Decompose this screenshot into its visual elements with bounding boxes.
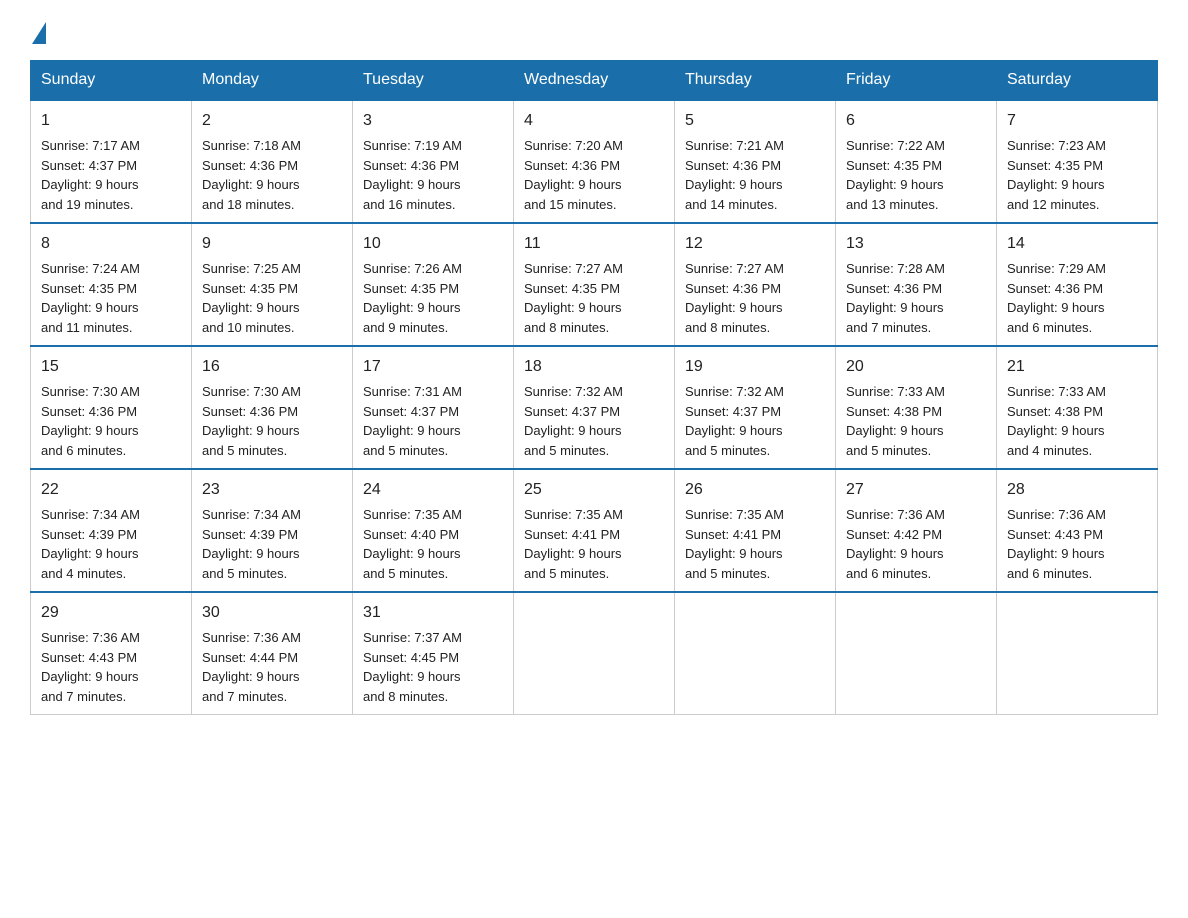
- calendar-cell: 28Sunrise: 7:36 AMSunset: 4:43 PMDayligh…: [997, 469, 1158, 592]
- calendar-cell: 4Sunrise: 7:20 AMSunset: 4:36 PMDaylight…: [514, 100, 675, 223]
- calendar-cell: 9Sunrise: 7:25 AMSunset: 4:35 PMDaylight…: [192, 223, 353, 346]
- page-header: [30, 20, 1158, 40]
- calendar-cell: 21Sunrise: 7:33 AMSunset: 4:38 PMDayligh…: [997, 346, 1158, 469]
- calendar-header-sunday: Sunday: [31, 61, 192, 101]
- day-number: 15: [41, 355, 181, 379]
- calendar-cell: 8Sunrise: 7:24 AMSunset: 4:35 PMDaylight…: [31, 223, 192, 346]
- day-number: 2: [202, 109, 342, 133]
- day-number: 6: [846, 109, 986, 133]
- calendar-header-tuesday: Tuesday: [353, 61, 514, 101]
- calendar-cell: 16Sunrise: 7:30 AMSunset: 4:36 PMDayligh…: [192, 346, 353, 469]
- day-number: 11: [524, 232, 664, 256]
- calendar-cell: 17Sunrise: 7:31 AMSunset: 4:37 PMDayligh…: [353, 346, 514, 469]
- day-number: 22: [41, 478, 181, 502]
- calendar-table: SundayMondayTuesdayWednesdayThursdayFrid…: [30, 60, 1158, 715]
- calendar-cell: 7Sunrise: 7:23 AMSunset: 4:35 PMDaylight…: [997, 100, 1158, 223]
- calendar-cell: 2Sunrise: 7:18 AMSunset: 4:36 PMDaylight…: [192, 100, 353, 223]
- calendar-header-wednesday: Wednesday: [514, 61, 675, 101]
- calendar-cell: 29Sunrise: 7:36 AMSunset: 4:43 PMDayligh…: [31, 592, 192, 715]
- day-number: 20: [846, 355, 986, 379]
- day-number: 3: [363, 109, 503, 133]
- calendar-header-monday: Monday: [192, 61, 353, 101]
- calendar-cell: 26Sunrise: 7:35 AMSunset: 4:41 PMDayligh…: [675, 469, 836, 592]
- calendar-cell: 5Sunrise: 7:21 AMSunset: 4:36 PMDaylight…: [675, 100, 836, 223]
- calendar-cell: 19Sunrise: 7:32 AMSunset: 4:37 PMDayligh…: [675, 346, 836, 469]
- day-number: 27: [846, 478, 986, 502]
- day-number: 5: [685, 109, 825, 133]
- day-number: 16: [202, 355, 342, 379]
- calendar-cell: 30Sunrise: 7:36 AMSunset: 4:44 PMDayligh…: [192, 592, 353, 715]
- calendar-cell: 1Sunrise: 7:17 AMSunset: 4:37 PMDaylight…: [31, 100, 192, 223]
- calendar-cell: 13Sunrise: 7:28 AMSunset: 4:36 PMDayligh…: [836, 223, 997, 346]
- calendar-cell: 24Sunrise: 7:35 AMSunset: 4:40 PMDayligh…: [353, 469, 514, 592]
- calendar-cell: 31Sunrise: 7:37 AMSunset: 4:45 PMDayligh…: [353, 592, 514, 715]
- day-number: 7: [1007, 109, 1147, 133]
- day-number: 24: [363, 478, 503, 502]
- day-number: 25: [524, 478, 664, 502]
- calendar-week-row: 15Sunrise: 7:30 AMSunset: 4:36 PMDayligh…: [31, 346, 1158, 469]
- calendar-header-saturday: Saturday: [997, 61, 1158, 101]
- day-number: 13: [846, 232, 986, 256]
- calendar-cell: 22Sunrise: 7:34 AMSunset: 4:39 PMDayligh…: [31, 469, 192, 592]
- calendar-cell: [675, 592, 836, 715]
- calendar-cell: 10Sunrise: 7:26 AMSunset: 4:35 PMDayligh…: [353, 223, 514, 346]
- day-number: 30: [202, 601, 342, 625]
- day-number: 26: [685, 478, 825, 502]
- calendar-cell: 18Sunrise: 7:32 AMSunset: 4:37 PMDayligh…: [514, 346, 675, 469]
- day-number: 14: [1007, 232, 1147, 256]
- calendar-header-row: SundayMondayTuesdayWednesdayThursdayFrid…: [31, 61, 1158, 101]
- calendar-cell: 3Sunrise: 7:19 AMSunset: 4:36 PMDaylight…: [353, 100, 514, 223]
- calendar-cell: 25Sunrise: 7:35 AMSunset: 4:41 PMDayligh…: [514, 469, 675, 592]
- day-number: 1: [41, 109, 181, 133]
- day-number: 17: [363, 355, 503, 379]
- calendar-cell: [514, 592, 675, 715]
- calendar-header-friday: Friday: [836, 61, 997, 101]
- day-number: 8: [41, 232, 181, 256]
- day-number: 4: [524, 109, 664, 133]
- calendar-cell: 11Sunrise: 7:27 AMSunset: 4:35 PMDayligh…: [514, 223, 675, 346]
- day-number: 23: [202, 478, 342, 502]
- calendar-week-row: 8Sunrise: 7:24 AMSunset: 4:35 PMDaylight…: [31, 223, 1158, 346]
- calendar-cell: [836, 592, 997, 715]
- logo: [30, 20, 46, 40]
- calendar-cell: 20Sunrise: 7:33 AMSunset: 4:38 PMDayligh…: [836, 346, 997, 469]
- day-number: 28: [1007, 478, 1147, 502]
- day-number: 19: [685, 355, 825, 379]
- day-number: 10: [363, 232, 503, 256]
- calendar-cell: 14Sunrise: 7:29 AMSunset: 4:36 PMDayligh…: [997, 223, 1158, 346]
- calendar-cell: 27Sunrise: 7:36 AMSunset: 4:42 PMDayligh…: [836, 469, 997, 592]
- day-number: 31: [363, 601, 503, 625]
- calendar-cell: [997, 592, 1158, 715]
- logo-triangle-icon: [32, 22, 46, 44]
- calendar-cell: 23Sunrise: 7:34 AMSunset: 4:39 PMDayligh…: [192, 469, 353, 592]
- calendar-week-row: 1Sunrise: 7:17 AMSunset: 4:37 PMDaylight…: [31, 100, 1158, 223]
- day-number: 29: [41, 601, 181, 625]
- calendar-cell: 15Sunrise: 7:30 AMSunset: 4:36 PMDayligh…: [31, 346, 192, 469]
- calendar-cell: 12Sunrise: 7:27 AMSunset: 4:36 PMDayligh…: [675, 223, 836, 346]
- day-number: 21: [1007, 355, 1147, 379]
- day-number: 9: [202, 232, 342, 256]
- day-number: 12: [685, 232, 825, 256]
- calendar-header-thursday: Thursday: [675, 61, 836, 101]
- calendar-week-row: 22Sunrise: 7:34 AMSunset: 4:39 PMDayligh…: [31, 469, 1158, 592]
- day-number: 18: [524, 355, 664, 379]
- calendar-cell: 6Sunrise: 7:22 AMSunset: 4:35 PMDaylight…: [836, 100, 997, 223]
- calendar-week-row: 29Sunrise: 7:36 AMSunset: 4:43 PMDayligh…: [31, 592, 1158, 715]
